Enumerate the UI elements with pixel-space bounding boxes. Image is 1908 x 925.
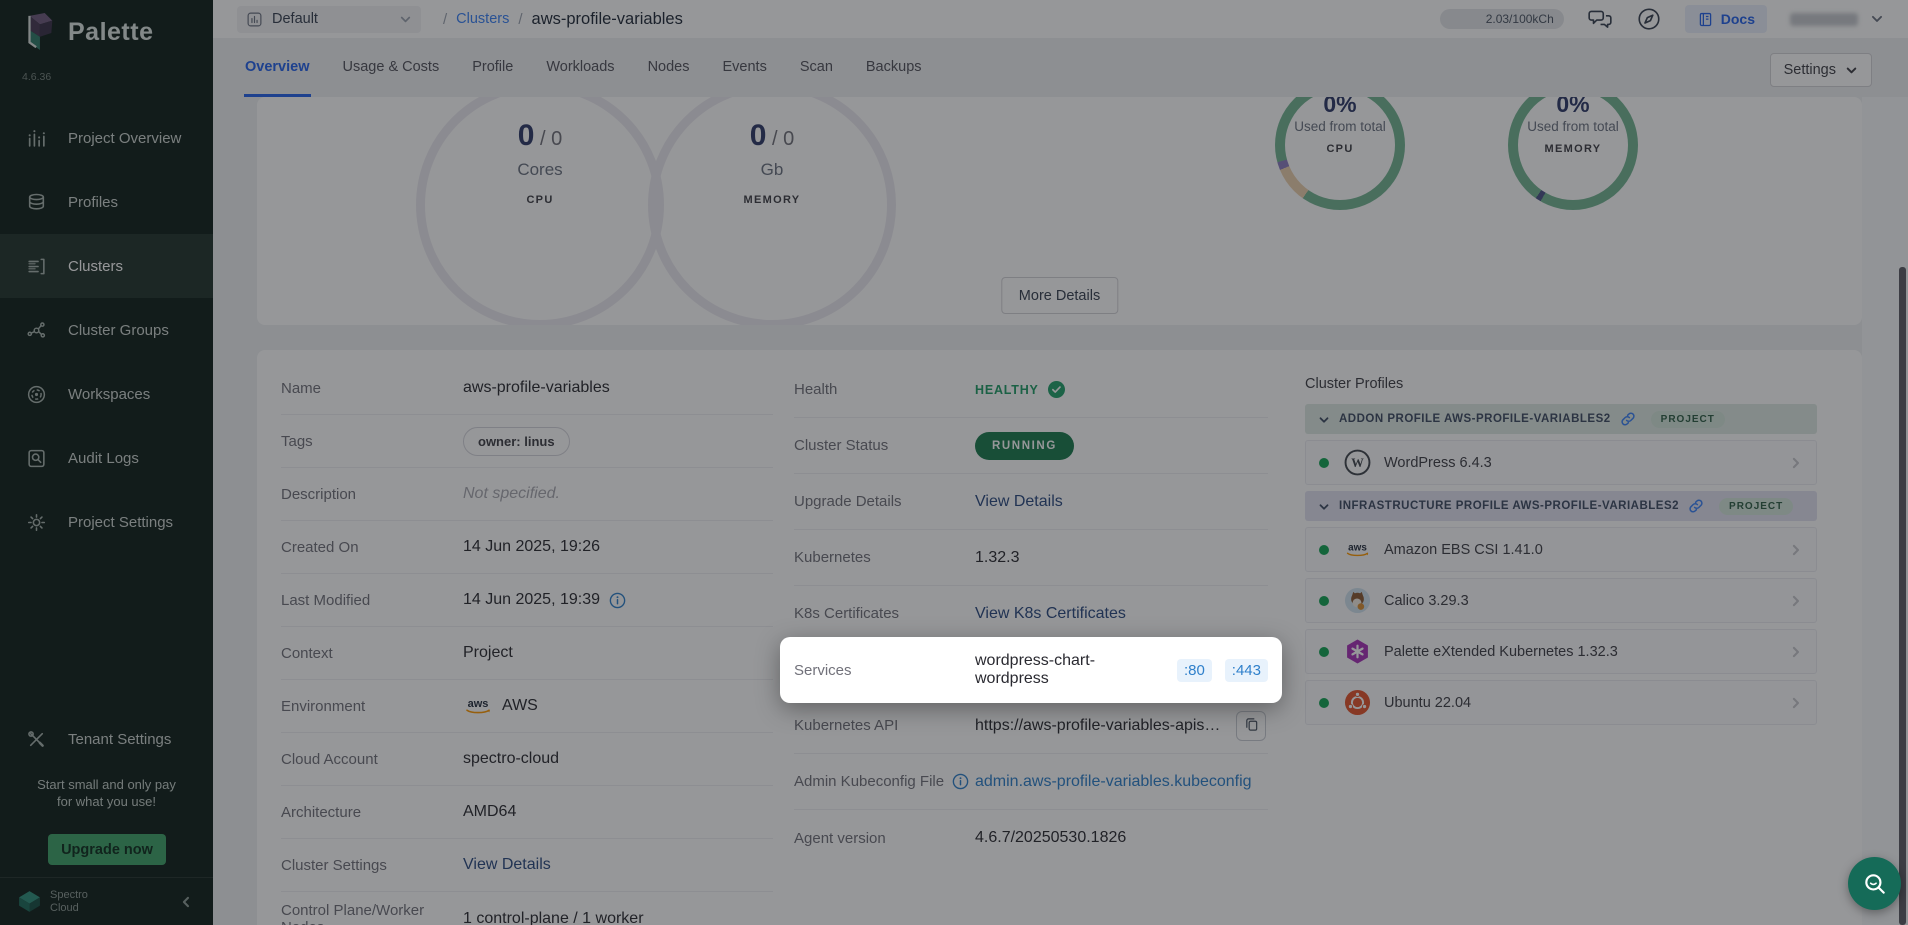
service-name: wordpress-chart-wordpress <box>975 652 1164 688</box>
tour-dim-overlay[interactable] <box>0 0 1908 925</box>
help-search-fab[interactable] <box>1848 857 1901 910</box>
detail-label: Services <box>794 662 975 679</box>
magnifier-icon <box>1862 871 1888 897</box>
service-port-link[interactable]: :80 <box>1177 659 1212 682</box>
detail-row-services: Serviceswordpress-chart-wordpress :80 :443 <box>780 637 1282 703</box>
service-port-link[interactable]: :443 <box>1225 659 1268 682</box>
